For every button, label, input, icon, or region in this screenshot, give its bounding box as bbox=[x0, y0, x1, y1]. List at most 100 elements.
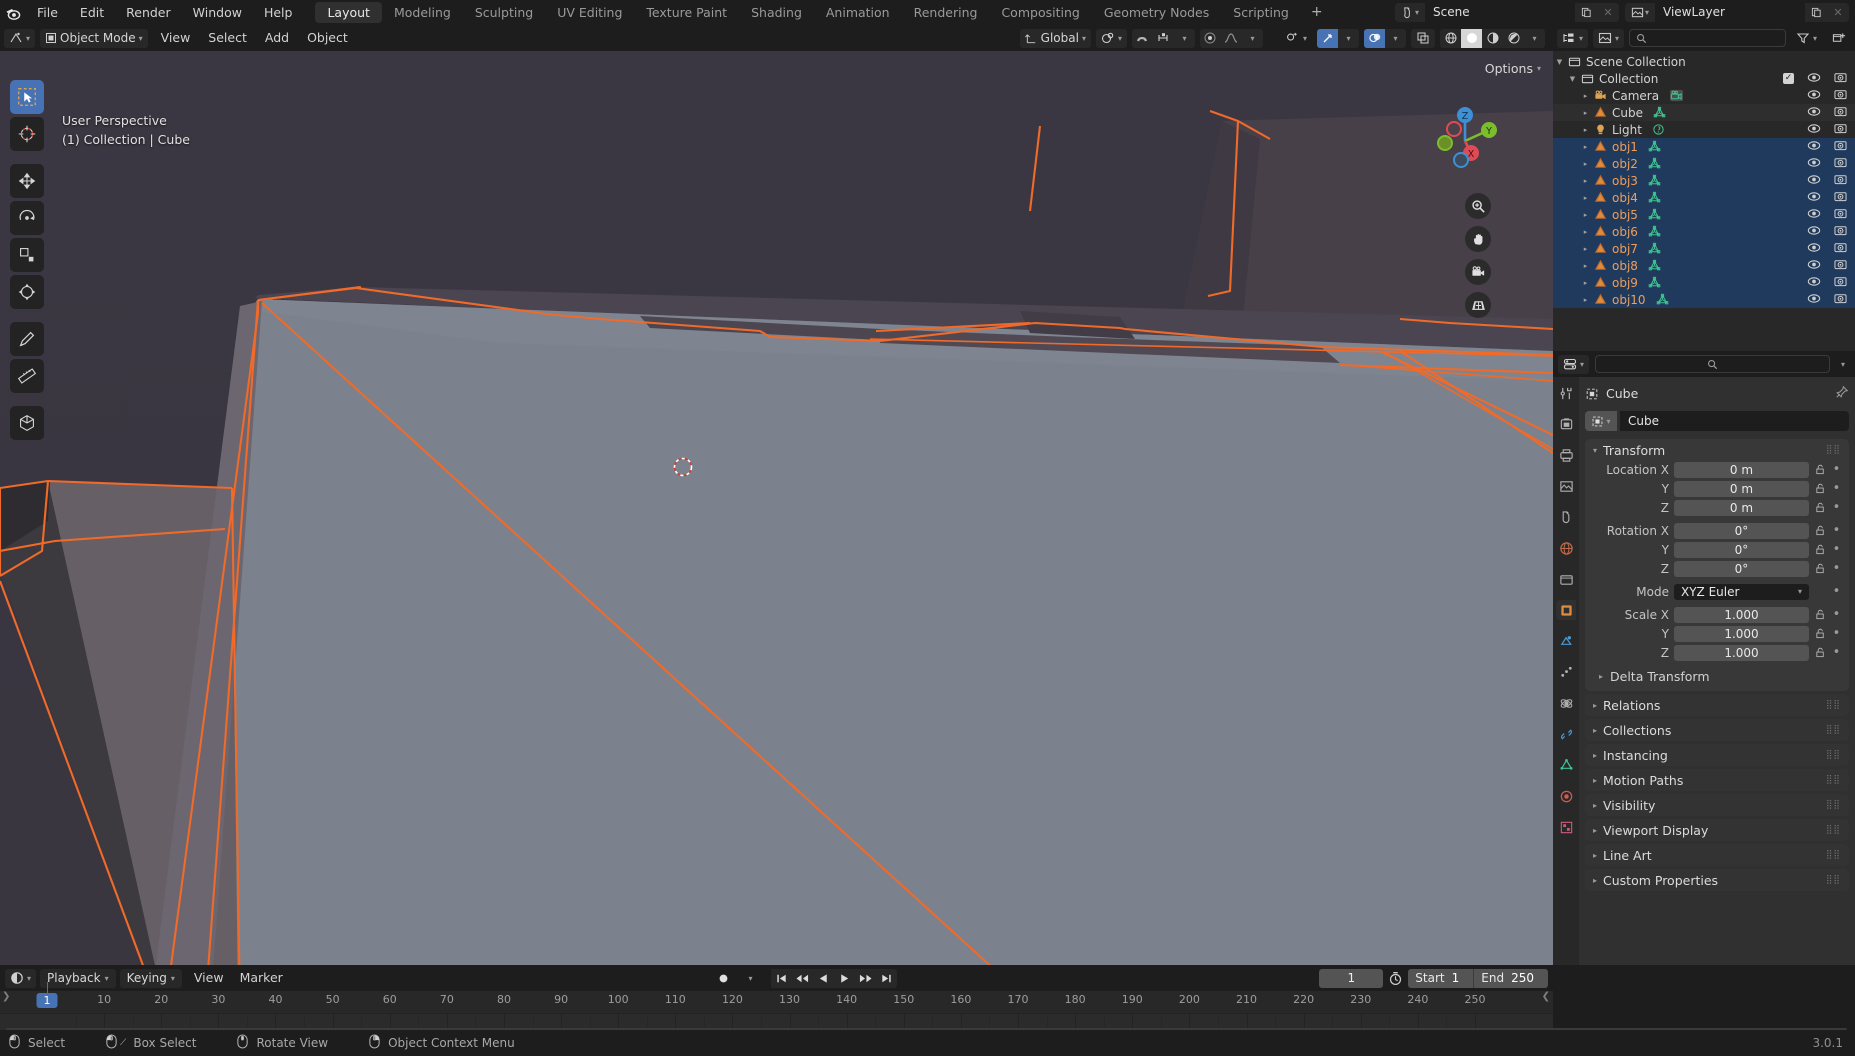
disable-in-render-icon[interactable] bbox=[1834, 258, 1847, 273]
delta-transform-subpanel[interactable]: ▸ Delta Transform bbox=[1585, 667, 1849, 686]
disable-in-render-icon[interactable] bbox=[1834, 224, 1847, 239]
disable-in-render-icon[interactable] bbox=[1834, 190, 1847, 205]
tab-tool[interactable] bbox=[1556, 383, 1576, 403]
disclosure-triangle-icon[interactable]: ▸ bbox=[1579, 160, 1592, 168]
hide-in-viewport-icon[interactable] bbox=[1807, 242, 1821, 256]
show-overlays-icon[interactable] bbox=[1364, 28, 1385, 48]
outliner-display-mode-button[interactable]: ▾ bbox=[1593, 28, 1625, 48]
workspace-tab-sculpting[interactable]: Sculpting bbox=[463, 2, 545, 23]
pin-icon[interactable] bbox=[1835, 385, 1849, 402]
drag-handle-icon[interactable]: ⣿⣿ bbox=[1826, 775, 1841, 785]
lock-icon[interactable] bbox=[1814, 544, 1827, 555]
location-x-field[interactable]: 0 m bbox=[1674, 461, 1809, 478]
shading-chevron-icon[interactable]: ▾ bbox=[1524, 29, 1545, 48]
animate-dot-icon[interactable]: • bbox=[1832, 543, 1841, 556]
mesh-data-icon[interactable] bbox=[1656, 293, 1669, 306]
gizmo-chevron-icon[interactable]: ▾ bbox=[1338, 29, 1359, 48]
workspace-tab-layout[interactable]: Layout bbox=[315, 2, 382, 23]
drag-handle-icon[interactable]: ⣿⣿ bbox=[1826, 800, 1841, 810]
tab-physics[interactable] bbox=[1556, 693, 1576, 713]
tab-particles[interactable] bbox=[1556, 662, 1576, 682]
mesh-data-icon[interactable] bbox=[1648, 191, 1661, 204]
blender-logo-icon[interactable] bbox=[0, 0, 26, 25]
tab-object-data[interactable] bbox=[1556, 755, 1576, 775]
disclosure-triangle-icon[interactable]: ▸ bbox=[1579, 228, 1592, 236]
outliner-search-input[interactable] bbox=[1629, 29, 1786, 47]
drag-handle-icon[interactable]: ⣿⣿ bbox=[1826, 750, 1841, 760]
disable-in-render-icon[interactable] bbox=[1834, 241, 1847, 256]
scene-icon[interactable]: ▾ bbox=[1395, 3, 1425, 22]
disable-in-render-icon[interactable] bbox=[1834, 105, 1847, 120]
tab-render[interactable] bbox=[1556, 414, 1576, 434]
viewport-options-dropdown[interactable]: Options ▾ bbox=[1485, 61, 1541, 76]
disable-in-render-icon[interactable] bbox=[1834, 156, 1847, 171]
jump-to-end-button[interactable] bbox=[876, 968, 898, 988]
jump-to-start-button[interactable] bbox=[771, 968, 793, 988]
outliner-row-obj9[interactable]: ▸ obj9 bbox=[1553, 274, 1855, 291]
panel-motion-paths[interactable]: ▸ Motion Paths ⣿⣿ bbox=[1585, 769, 1849, 791]
lock-icon[interactable] bbox=[1814, 483, 1827, 494]
tab-output[interactable] bbox=[1556, 445, 1576, 465]
tab-modifiers[interactable] bbox=[1556, 631, 1576, 651]
workspace-tab-scripting[interactable]: Scripting bbox=[1221, 2, 1301, 23]
tool-annotate[interactable] bbox=[10, 322, 44, 356]
drag-handle-icon[interactable]: ⣿⣿ bbox=[1826, 825, 1841, 835]
disclosure-triangle-icon[interactable]: ▸ bbox=[1579, 262, 1592, 270]
current-frame-field[interactable]: 1 bbox=[1319, 968, 1384, 988]
mesh-data-icon[interactable] bbox=[1648, 140, 1661, 153]
tool-transform[interactable] bbox=[10, 275, 44, 309]
mesh-data-icon[interactable] bbox=[1648, 174, 1661, 187]
snapping-group[interactable]: ▾ bbox=[1131, 28, 1195, 48]
disclosure-triangle-icon[interactable]: ▸ bbox=[1579, 245, 1592, 253]
outliner-row-obj2[interactable]: ▸ obj2 bbox=[1553, 155, 1855, 172]
tab-scene[interactable] bbox=[1556, 507, 1576, 527]
collection-exclude-checkbox[interactable]: ✓ bbox=[1783, 73, 1794, 84]
camera-view-icon[interactable] bbox=[1465, 259, 1491, 285]
play-button[interactable] bbox=[834, 968, 856, 988]
animate-dot-icon[interactable]: • bbox=[1832, 524, 1841, 537]
disclosure-triangle-icon[interactable]: ▼ bbox=[1566, 75, 1579, 83]
disclosure-triangle-icon[interactable]: ▸ bbox=[1579, 177, 1592, 185]
timeline-menu-marker[interactable]: Marker bbox=[232, 965, 291, 991]
frame-range-fields[interactable]: Start 1 End 250 bbox=[1408, 968, 1548, 988]
workspace-tab-modeling[interactable]: Modeling bbox=[382, 2, 463, 23]
play-reverse-button[interactable] bbox=[813, 968, 835, 988]
visibility-dropdown[interactable]: ▾ bbox=[1280, 29, 1312, 48]
tab-texture[interactable] bbox=[1556, 817, 1576, 837]
timeline-ruler[interactable]: 10 20 30 40 50 60 70 80 90 100 110 120 130 140 150 160 1… bbox=[0, 991, 1553, 1013]
mesh-data-icon[interactable] bbox=[1648, 208, 1661, 221]
menu-help[interactable]: Help bbox=[253, 0, 304, 25]
xray-toggle-button[interactable] bbox=[1411, 28, 1435, 48]
rendered-shading-icon[interactable] bbox=[1503, 29, 1524, 48]
disable-in-render-icon[interactable] bbox=[1834, 88, 1847, 103]
disable-in-render-icon[interactable] bbox=[1834, 139, 1847, 154]
viewlayer-selector[interactable]: ▾ ViewLayer ✕ bbox=[1625, 3, 1849, 22]
tool-add-cube[interactable] bbox=[10, 406, 44, 440]
scale-z-field[interactable]: 1.000 bbox=[1674, 644, 1809, 661]
disclosure-triangle-icon[interactable]: ▸ bbox=[1579, 279, 1592, 287]
disable-in-render-icon[interactable] bbox=[1834, 207, 1847, 222]
properties-editor[interactable]: ▾ ▾ Cube ▾ Cube ▾ Transform ⣿⣿ Location … bbox=[1553, 351, 1855, 965]
tool-move[interactable] bbox=[10, 164, 44, 198]
outliner-row-obj8[interactable]: ▸ obj8 bbox=[1553, 257, 1855, 274]
lock-icon[interactable] bbox=[1814, 609, 1827, 620]
end-frame-value[interactable]: 250 bbox=[1511, 969, 1548, 988]
hide-in-viewport-icon[interactable] bbox=[1807, 72, 1821, 86]
tab-material[interactable] bbox=[1556, 786, 1576, 806]
pan-hand-icon[interactable] bbox=[1465, 226, 1491, 252]
outliner-row-scene-collection[interactable]: ▼ Scene Collection bbox=[1553, 53, 1855, 70]
viewport-menu-view[interactable]: View bbox=[152, 25, 200, 51]
tab-view-layer[interactable] bbox=[1556, 476, 1576, 496]
scale-x-field[interactable]: 1.000 bbox=[1674, 606, 1809, 623]
keying-dropdown[interactable]: Keying ▾ bbox=[119, 968, 182, 988]
disable-in-render-icon[interactable] bbox=[1834, 292, 1847, 307]
lock-icon[interactable] bbox=[1814, 525, 1827, 536]
interaction-mode-dropdown[interactable]: Object Mode ▾ bbox=[40, 28, 148, 48]
scene-selector[interactable]: ▾ Scene ✕ bbox=[1395, 3, 1619, 22]
overlay-group[interactable]: ▾ bbox=[1364, 28, 1406, 48]
outliner-row-collection[interactable]: ▼ Collection ✓ bbox=[1553, 70, 1855, 87]
use-preview-range-button[interactable] bbox=[1388, 971, 1403, 986]
viewlayer-icon[interactable]: ▾ bbox=[1625, 3, 1655, 22]
tab-constraints[interactable] bbox=[1556, 724, 1576, 744]
panel-visibility[interactable]: ▸ Visibility ⣿⣿ bbox=[1585, 794, 1849, 816]
